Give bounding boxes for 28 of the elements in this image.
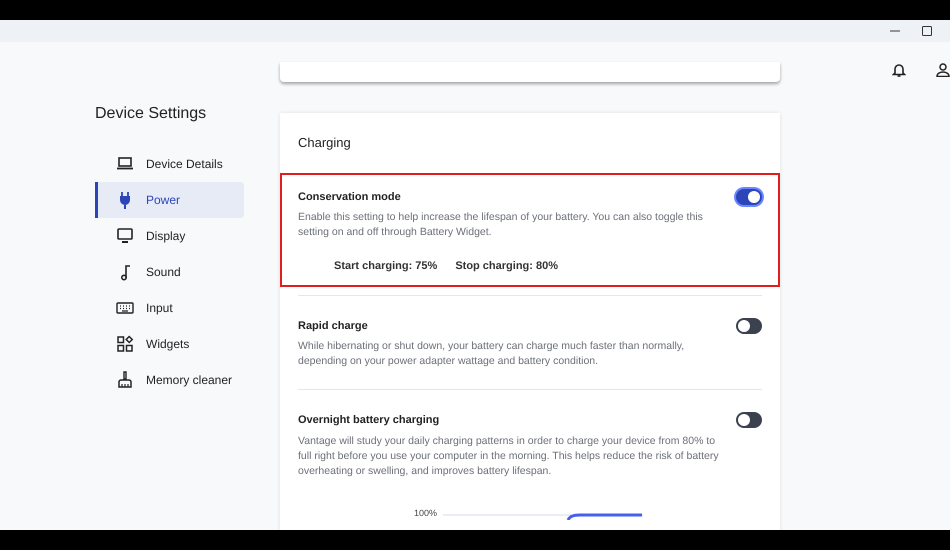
widgets-icon: [116, 335, 134, 353]
sidebar-item[interactable]: Power: [95, 182, 244, 218]
monitor-icon: [116, 227, 134, 245]
sidebar-item[interactable]: Widgets: [95, 326, 244, 362]
charging-threshold: Stop charging: 80%: [455, 259, 558, 274]
sidebar-item[interactable]: Display: [95, 218, 244, 254]
toggle-switch[interactable]: [736, 318, 762, 334]
toggle-switch[interactable]: [736, 188, 762, 205]
setting-title: Conservation mode: [298, 190, 401, 204]
section-title: Charging: [297, 134, 352, 152]
sidebar-item[interactable]: Device Details: [95, 146, 244, 182]
notification-bell-icon[interactable]: [892, 62, 906, 78]
sidebar-item[interactable]: Input: [95, 290, 244, 326]
toggle-switch[interactable]: [736, 412, 762, 428]
broom-icon: [116, 371, 134, 389]
sidebar-title: Device Settings: [95, 104, 208, 124]
setting-title: Rapid charge: [298, 318, 368, 334]
setting-description: Vantage will study your daily charging patterns in order to charge your device from 80% to full right before you use your computer in the morning. This helps reduce the risk of battery overheating or swelling, and improves battery lifespan.: [298, 434, 720, 478]
sidebar-item[interactable]: Memory cleaner: [95, 362, 244, 398]
sidebar-item[interactable]: Sound: [95, 254, 244, 290]
setting-description: Enable this setting to help increase the lifespan of your battery. You can also toggle this setting on and off through Battery Widget.: [298, 210, 704, 240]
maximize-icon[interactable]: [922, 26, 932, 36]
setting-description: While hibernating or shut down, your battery can charge much faster than normally, depending on your power adapter wattage and battery condition.: [298, 339, 686, 369]
minimize-icon[interactable]: [890, 30, 900, 32]
charging-threshold: Start charging: 75%: [334, 259, 438, 274]
setting-title: Overnight battery charging: [298, 413, 440, 428]
axis-label: 100%: [414, 506, 438, 520]
user-icon[interactable]: [936, 63, 950, 77]
